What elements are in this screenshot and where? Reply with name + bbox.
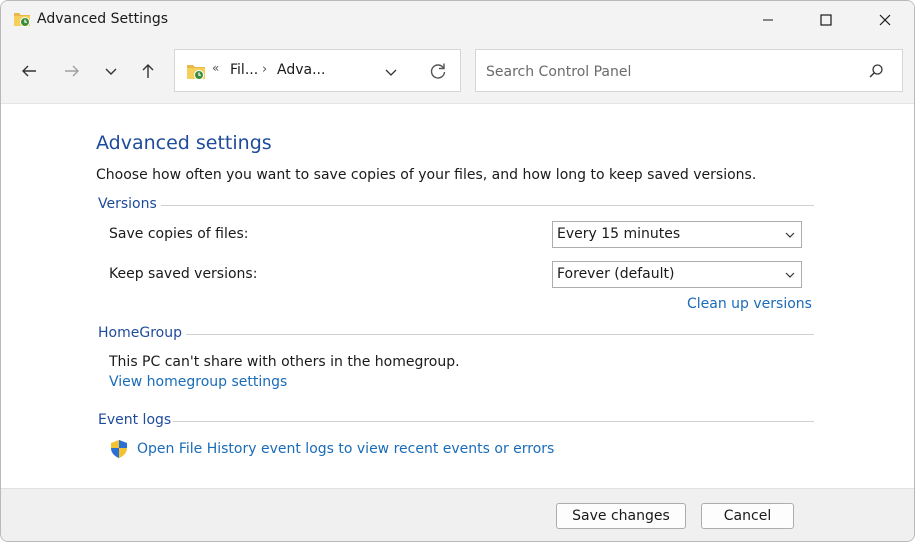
homegroup-divider [186, 334, 814, 335]
cancel-button[interactable]: Cancel [701, 503, 794, 529]
keep-versions-value: Forever (default) [557, 266, 675, 282]
address-dropdown-icon[interactable] [383, 64, 399, 80]
maximize-icon [820, 14, 832, 26]
file-history-folder-icon [14, 13, 30, 27]
search-icon[interactable] [868, 63, 884, 79]
recent-locations-button[interactable] [99, 59, 123, 83]
forward-button[interactable] [60, 59, 84, 83]
view-homegroup-settings-link[interactable]: View homegroup settings [109, 374, 287, 390]
arrow-right-icon [65, 65, 79, 77]
minimize-icon [763, 19, 773, 21]
close-icon [879, 14, 891, 26]
keep-versions-label: Keep saved versions: [109, 266, 258, 282]
window-title: Advanced Settings [37, 11, 169, 27]
arrow-up-icon [142, 64, 154, 78]
versions-divider [161, 205, 814, 206]
save-copies-value: Every 15 minutes [557, 226, 681, 242]
maximize-button[interactable] [797, 1, 855, 39]
versions-group-title: Versions [98, 196, 157, 212]
search-input[interactable] [484, 60, 858, 84]
homegroup-message: This PC can't share with others in the h… [109, 354, 460, 370]
event-logs-divider [173, 421, 814, 422]
uac-shield-icon [111, 440, 127, 458]
advanced-settings-window: Advanced Settings « Fil... › Adva... Sea… [0, 0, 915, 542]
chevron-down-icon [785, 232, 795, 238]
homegroup-group-title: HomeGroup [98, 325, 182, 341]
breadcrumb-advanced-settings[interactable]: Adva... [277, 62, 325, 78]
chevron-down-icon [785, 272, 795, 278]
save-copies-select[interactable]: Every 15 minutes [552, 221, 802, 248]
refresh-icon[interactable] [428, 61, 448, 81]
address-bar[interactable]: « Fil... › Adva... [174, 49, 461, 92]
title-bar: Advanced Settings [1, 1, 914, 39]
arrow-left-icon [22, 65, 36, 77]
breadcrumb-file-history[interactable]: Fil... [230, 62, 258, 78]
page-description: Choose how often you want to save copies… [96, 167, 757, 183]
save-copies-label: Save copies of files: [109, 226, 249, 242]
file-history-folder-icon [187, 65, 205, 80]
save-changes-button[interactable]: Save changes [556, 503, 686, 529]
back-button[interactable] [17, 59, 41, 83]
breadcrumb-separator: › [262, 62, 268, 77]
clean-up-versions-link[interactable]: Clean up versions [687, 296, 812, 312]
breadcrumb-overflow[interactable]: « [212, 61, 219, 75]
close-button[interactable] [856, 1, 914, 39]
content-area: Advanced settings Choose how often you w… [1, 104, 914, 488]
minimize-button[interactable] [739, 1, 797, 39]
keep-versions-select[interactable]: Forever (default) [552, 261, 802, 288]
navigation-bar: « Fil... › Adva... [1, 39, 914, 104]
footer-bar: Save changes Cancel [1, 488, 914, 541]
open-event-logs-link[interactable]: Open File History event logs to view rec… [137, 441, 554, 457]
page-title: Advanced settings [96, 132, 272, 154]
up-button[interactable] [136, 59, 160, 83]
event-logs-group-title: Event logs [98, 412, 172, 428]
search-box[interactable] [475, 49, 903, 92]
chevron-down-icon [105, 68, 117, 75]
